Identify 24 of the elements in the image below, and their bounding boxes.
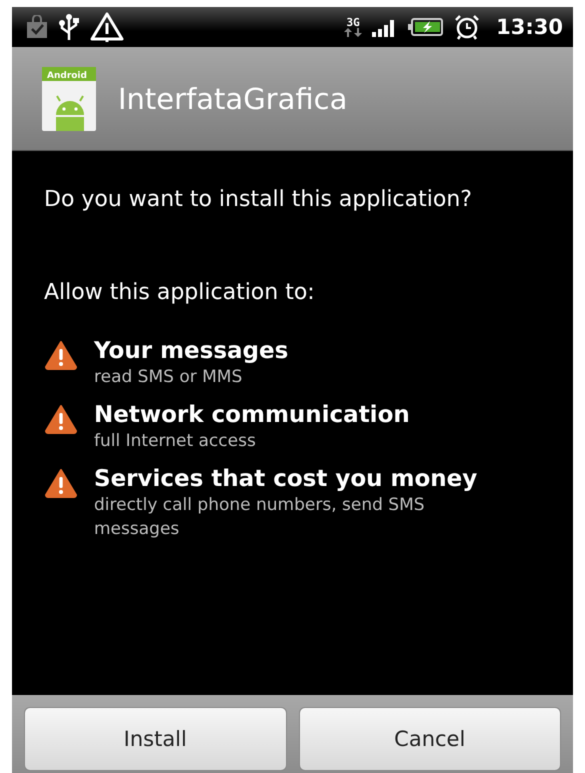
shopping-bag-icon [26, 15, 48, 39]
usb-icon [58, 13, 80, 41]
clock-time: 13:30 [496, 15, 563, 39]
permission-detail: read SMS or MMS [94, 366, 244, 389]
permission-title: Your messages [94, 337, 288, 365]
install-button[interactable]: Install [24, 707, 286, 771]
permission-title: Network communication [94, 401, 410, 429]
robot-icon [56, 94, 84, 130]
warning-icon [44, 340, 78, 370]
alarm-clock-icon [454, 14, 480, 40]
icon-label: Android [47, 70, 87, 80]
cancel-button[interactable]: Cancel [298, 707, 561, 771]
permission-detail: directly call phone numbers, send SMS messages [94, 494, 426, 541]
app-title: InterfataGrafica [118, 82, 348, 116]
permission-title: Services that cost you money [94, 465, 478, 493]
network-type: 3G [346, 17, 360, 28]
warning-icon [44, 468, 78, 498]
data-arrows-icon [344, 28, 362, 37]
warning-icon [90, 11, 124, 43]
install-question: Do you want to install this application? [44, 187, 473, 212]
permission-detail: full Internet access [94, 430, 257, 453]
permissions-heading: Allow this application to: [44, 280, 316, 305]
warning-icon [44, 404, 78, 434]
battery-icon [408, 17, 444, 37]
